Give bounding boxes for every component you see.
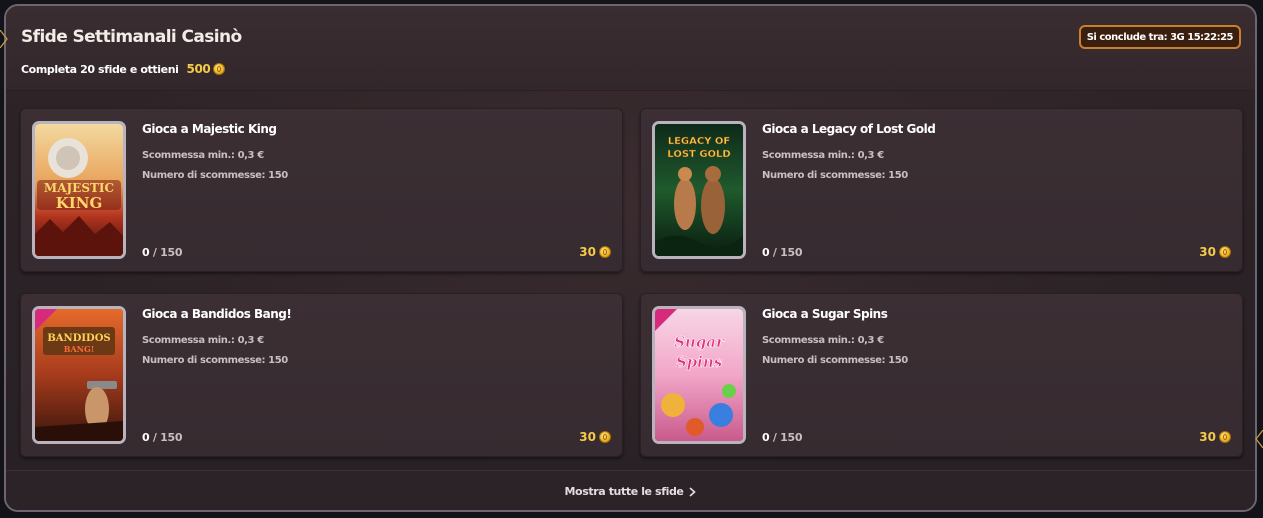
game-thumbnail-legacy-of-lost-gold[interactable]: LEGACY OF LOST GOLD [652, 121, 746, 259]
legacy-of-lost-gold-art: LEGACY OF LOST GOLD [655, 124, 743, 256]
coin-icon [599, 246, 611, 258]
reward-value: 30 [579, 245, 596, 259]
reward-value: 30 [579, 430, 596, 444]
svg-text:BANDIDOS: BANDIDOS [47, 333, 110, 344]
show-all-challenges-link[interactable]: Mostra tutte le sfide [565, 485, 697, 498]
progress-total: 150 [780, 431, 803, 444]
coin-icon [599, 431, 611, 443]
svg-text:LOST GOLD: LOST GOLD [667, 149, 730, 160]
bet-count: Numero di scommesse: 150 [762, 170, 908, 181]
challenge-title: Gioca a Sugar Spins [762, 307, 888, 321]
subtitle-text: Completa 20 sfide e ottieni [21, 62, 179, 76]
challenge-reward: 30 [1199, 245, 1231, 259]
corner-ornament-icon [1255, 430, 1263, 448]
challenge-card-legacy-of-lost-gold[interactable]: LEGACY OF LOST GOLD Gioca a Legacy of Lo… [640, 108, 1243, 272]
challenge-progress: 0 / 150 [142, 431, 183, 444]
min-bet: Scommessa min.: 0,3 € [142, 150, 264, 161]
svg-text:Spins: Spins [676, 353, 723, 371]
progress-current: 0 [762, 246, 770, 259]
challenge-progress: 0 / 150 [762, 431, 803, 444]
total-reward: 500 [186, 62, 211, 76]
challenge-progress: 0 / 150 [142, 246, 183, 259]
progress-current: 0 [142, 431, 150, 444]
challenge-reward: 30 [1199, 430, 1231, 444]
weekly-challenges-panel: Sfide Settimanali Casinò Completa 20 sfi… [4, 4, 1257, 512]
min-bet: Scommessa min.: 0,3 € [762, 150, 884, 161]
challenge-reward: 30 [579, 245, 611, 259]
sugar-spins-art: Sugar Spins [655, 309, 743, 441]
challenge-card-bandidos-bang[interactable]: BANDIDOS BANG! Gioca a Bandidos Bang! Sc… [20, 293, 623, 457]
progress-total: 150 [160, 246, 183, 259]
svg-text:BANG!: BANG! [64, 344, 95, 354]
challenge-title: Gioca a Legacy of Lost Gold [762, 122, 936, 136]
svg-text:LEGACY OF: LEGACY OF [668, 136, 731, 147]
svg-text:KING: KING [56, 194, 103, 212]
coin-icon [213, 63, 226, 75]
svg-text:MAJESTIC: MAJESTIC [44, 181, 114, 195]
reward-value: 30 [1199, 430, 1216, 444]
game-thumbnail-majestic-king[interactable]: MAJESTIC KING [32, 121, 126, 259]
challenge-card-majestic-king[interactable]: MAJESTIC KING Gioca a Majestic King Scom… [20, 108, 623, 272]
svg-text:Sugar: Sugar [674, 333, 725, 351]
panel-footer: Mostra tutte le sfide [6, 470, 1255, 510]
reward-value: 30 [1199, 245, 1216, 259]
challenge-title: Gioca a Bandidos Bang! [142, 307, 292, 321]
panel-subtitle: Completa 20 sfide e ottieni 500 [21, 62, 226, 76]
corner-ornament-icon [0, 30, 8, 48]
min-bet: Scommessa min.: 0,3 € [142, 335, 264, 346]
progress-total: 150 [780, 246, 803, 259]
bet-count: Numero di scommesse: 150 [142, 170, 288, 181]
show-all-label: Mostra tutte le sfide [564, 485, 684, 498]
challenge-progress: 0 / 150 [762, 246, 803, 259]
progress-current: 0 [142, 246, 150, 259]
progress-current: 0 [762, 431, 770, 444]
game-thumbnail-bandidos-bang[interactable]: BANDIDOS BANG! [32, 306, 126, 444]
challenge-title: Gioca a Majestic King [142, 122, 277, 136]
coin-icon [1219, 431, 1231, 443]
progress-total: 150 [160, 431, 183, 444]
panel-header: Sfide Settimanali Casinò Completa 20 sfi… [6, 6, 1255, 91]
game-thumbnail-sugar-spins[interactable]: Sugar Spins [652, 306, 746, 444]
challenge-reward: 30 [579, 430, 611, 444]
challenge-card-sugar-spins[interactable]: Sugar Spins Gioca a Sugar Spins Scommess… [640, 293, 1243, 457]
countdown-badge: Si conclude tra: 3G 15:22:25 [1078, 25, 1241, 49]
coin-icon [1219, 246, 1231, 258]
bet-count: Numero di scommesse: 150 [142, 355, 288, 366]
min-bet: Scommessa min.: 0,3 € [762, 335, 884, 346]
majestic-king-art: MAJESTIC KING [35, 124, 123, 256]
panel-title: Sfide Settimanali Casinò [21, 27, 242, 47]
chevron-right-icon [689, 486, 697, 497]
bet-count: Numero di scommesse: 150 [762, 355, 908, 366]
bandidos-bang-art: BANDIDOS BANG! [35, 309, 123, 441]
